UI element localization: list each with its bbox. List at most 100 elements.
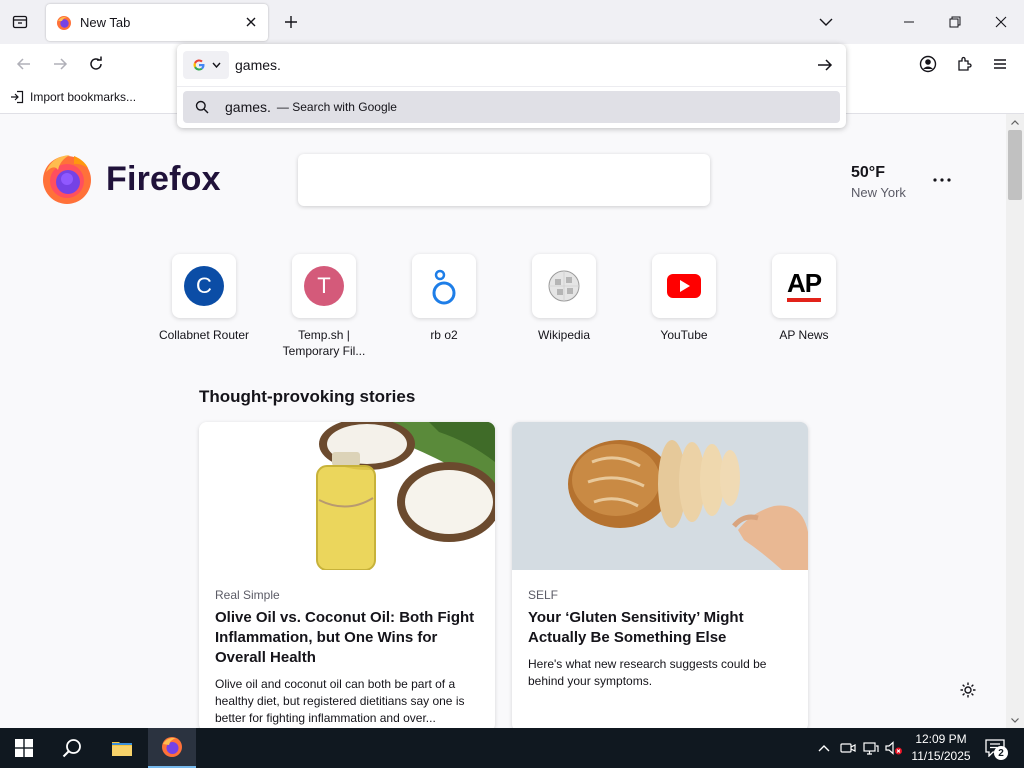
restore-icon xyxy=(949,16,961,28)
page-scrollbar[interactable] xyxy=(1006,114,1024,728)
restore-button[interactable] xyxy=(932,0,978,44)
taskbar-search-button[interactable] xyxy=(48,728,96,768)
plus-icon xyxy=(285,16,297,28)
tab-new-tab[interactable]: New Tab xyxy=(46,4,268,41)
gear-icon xyxy=(960,682,976,698)
shortcut-tile: AP xyxy=(772,254,836,318)
network-icon xyxy=(863,742,879,755)
network-tray-icon[interactable] xyxy=(861,738,881,758)
scroll-down-arrow[interactable] xyxy=(1006,712,1024,728)
chevron-up-icon xyxy=(818,745,830,752)
suggestion-text: games. xyxy=(225,99,271,115)
url-input[interactable] xyxy=(235,52,795,78)
windows-logo-icon xyxy=(15,739,33,757)
close-icon xyxy=(246,17,256,27)
story-excerpt: Here's what new research suggests could … xyxy=(528,657,767,688)
story-image-bread xyxy=(512,422,808,570)
story-body: Real Simple Olive Oil vs. Coconut Oil: B… xyxy=(199,570,495,727)
personalize-button[interactable] xyxy=(956,678,980,702)
forward-button[interactable] xyxy=(46,50,74,78)
shortcut-tile: C xyxy=(172,254,236,318)
tab-close-button[interactable] xyxy=(242,13,260,31)
minimize-button[interactable] xyxy=(886,0,932,44)
scrollbar-thumb[interactable] xyxy=(1008,130,1022,200)
account-button[interactable] xyxy=(914,50,942,78)
close-window-button[interactable] xyxy=(978,0,1024,44)
show-hidden-icons-button[interactable] xyxy=(814,738,834,758)
firefox-view-button[interactable] xyxy=(6,8,34,36)
shortcut-tile xyxy=(532,254,596,318)
urlbar-popup: games. — Search with Google xyxy=(177,44,846,128)
clock-time: 12:09 PM xyxy=(915,732,967,746)
clock-date: 11/15/2025 xyxy=(911,749,971,763)
search-suggestion-row[interactable]: games. — Search with Google xyxy=(183,91,840,123)
story-excerpt: Olive oil and coconut oil can both be pa… xyxy=(215,677,465,725)
search-engine-selector[interactable] xyxy=(183,51,229,79)
meet-now-tray-icon[interactable] xyxy=(838,738,858,758)
go-button[interactable] xyxy=(812,51,838,79)
ap-logo-icon: AP xyxy=(786,268,822,298)
story-source: SELF xyxy=(528,588,559,602)
start-button[interactable] xyxy=(0,728,48,768)
story-source: Real Simple xyxy=(215,588,280,602)
action-center-button[interactable]: 2 xyxy=(980,734,1010,762)
youtube-icon xyxy=(667,274,701,298)
story-card[interactable]: Real Simple Olive Oil vs. Coconut Oil: B… xyxy=(199,422,495,728)
firefox-taskbar-button[interactable] xyxy=(148,728,196,768)
weather-city: New York xyxy=(851,185,906,200)
suggestion-action: — Search with Google xyxy=(276,100,397,114)
letter-c-icon: C xyxy=(184,266,224,306)
shortcut-temp-sh[interactable]: T Temp.sh | Temporary Fil... xyxy=(269,254,379,359)
back-icon xyxy=(16,58,30,70)
new-tab-page: Firefox 50°F New York C Collabnet Router… xyxy=(0,114,1006,728)
urlbar-separator xyxy=(177,86,846,87)
search-icon xyxy=(195,100,209,114)
more-horizontal-icon xyxy=(933,178,951,182)
app-menu-button[interactable] xyxy=(986,50,1014,78)
shortcut-youtube[interactable]: YouTube xyxy=(629,254,739,343)
new-tab-button[interactable] xyxy=(278,8,304,36)
weather-widget[interactable]: 50°F New York xyxy=(851,164,906,200)
list-all-tabs-button[interactable] xyxy=(812,8,840,36)
reload-icon xyxy=(90,56,102,70)
shortcut-collabnet-router[interactable]: C Collabnet Router xyxy=(149,254,259,343)
shortcut-ap-news[interactable]: AP AP News xyxy=(749,254,859,343)
forward-icon xyxy=(54,58,68,70)
extensions-icon xyxy=(958,56,972,71)
reload-button[interactable] xyxy=(82,50,110,78)
volume-tray-icon[interactable] xyxy=(884,738,904,758)
shortcut-label: YouTube xyxy=(660,328,708,342)
chevron-down-icon xyxy=(1011,717,1019,723)
shortcut-label: Collabnet Router xyxy=(158,328,250,342)
import-bookmarks-label: Import bookmarks... xyxy=(30,90,137,104)
story-title[interactable]: Your ‘Gluten Sensitivity’ Might Actually… xyxy=(528,608,792,648)
close-icon xyxy=(995,16,1007,28)
tab-title: New Tab xyxy=(80,15,131,30)
o2-logo-icon xyxy=(432,269,456,305)
extensions-button[interactable] xyxy=(950,50,978,78)
import-bookmarks-button[interactable]: Import bookmarks... xyxy=(10,90,136,104)
chevron-up-icon xyxy=(1011,119,1019,125)
newtab-search-box[interactable] xyxy=(298,154,710,206)
shortcut-label: rb o2 xyxy=(430,328,458,342)
shortcut-wikipedia[interactable]: Wikipedia xyxy=(509,254,619,343)
shortcut-tile xyxy=(652,254,716,318)
menu-icon xyxy=(994,59,1006,69)
scroll-up-arrow[interactable] xyxy=(1006,114,1024,130)
notification-count-badge: 2 xyxy=(994,746,1008,760)
shortcut-label: Wikipedia xyxy=(537,328,591,342)
shortcut-rb-o2[interactable]: rb o2 xyxy=(389,254,499,343)
story-title[interactable]: Olive Oil vs. Coconut Oil: Both Fight In… xyxy=(215,608,479,668)
story-card[interactable]: SELF Your ‘Gluten Sensitivity’ Might Act… xyxy=(512,422,808,728)
shortcut-tile: T xyxy=(292,254,356,318)
taskbar-clock[interactable]: 12:09 PM 11/15/2025 xyxy=(906,731,976,765)
back-button[interactable] xyxy=(10,50,38,78)
windows-taskbar: 12:09 PM 11/15/2025 2 xyxy=(0,728,1024,768)
chevron-down-icon xyxy=(819,18,833,26)
file-explorer-button[interactable] xyxy=(98,728,146,768)
tab-strip: New Tab xyxy=(0,0,1024,44)
wikipedia-globe-icon xyxy=(548,270,580,302)
weather-more-button[interactable] xyxy=(928,170,956,190)
firefox-wordmark: Firefox xyxy=(106,159,221,198)
story-body: SELF Your ‘Gluten Sensitivity’ Might Act… xyxy=(512,570,808,690)
